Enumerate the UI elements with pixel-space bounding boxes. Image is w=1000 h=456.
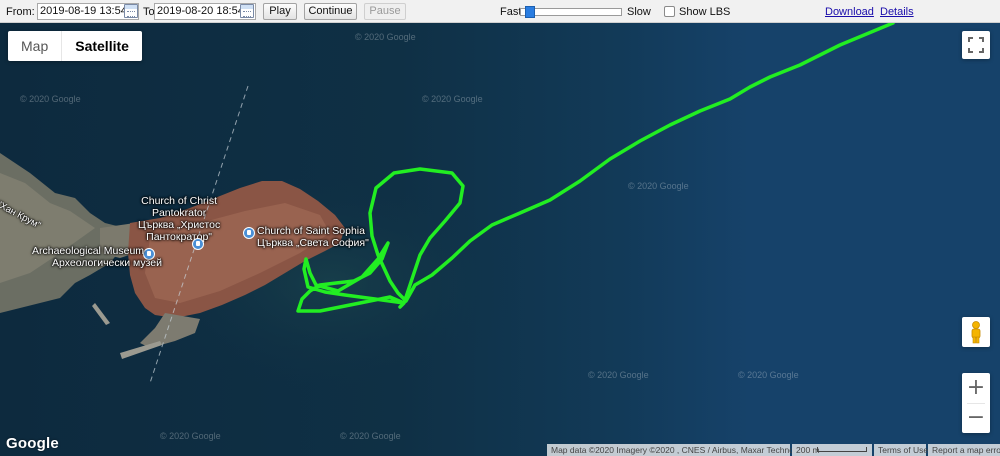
speed-slider[interactable] bbox=[520, 8, 622, 16]
to-label: To bbox=[143, 6, 155, 18]
fast-label: Fast bbox=[500, 6, 522, 18]
breakwater bbox=[120, 341, 162, 359]
scale-bar bbox=[817, 447, 867, 452]
fullscreen-button[interactable] bbox=[962, 31, 990, 59]
poi-label-church-sophia[interactable]: Church of Saint Sophia Църква „Света Соф… bbox=[257, 225, 369, 249]
pegman-icon bbox=[971, 321, 981, 344]
slow-label: Slow bbox=[627, 6, 651, 18]
satellite-map[interactable]: © 2020 Google © 2020 Google © 2020 Googl… bbox=[0, 23, 1000, 456]
church-poi-icon[interactable] bbox=[192, 238, 204, 250]
street-view-button[interactable] bbox=[962, 317, 990, 347]
watermark: © 2020 Google bbox=[20, 94, 81, 104]
playback-toolbar: From: 2019-08-19 13:54 To 2019-08-20 18:… bbox=[0, 0, 1000, 23]
poi-label-church-christ[interactable]: Church of Christ Pantokrator Църква „Хри… bbox=[138, 195, 220, 243]
from-label: From: bbox=[6, 6, 35, 18]
watermark: © 2020 Google bbox=[355, 32, 416, 42]
map-type-control: Map Satellite bbox=[8, 31, 142, 61]
watermark: © 2020 Google bbox=[628, 181, 689, 191]
details-link[interactable]: Details bbox=[880, 6, 914, 18]
from-calendar-icon[interactable] bbox=[124, 4, 138, 18]
watermark: © 2020 Google bbox=[160, 431, 221, 441]
map-attribution: Map data ©2020 Imagery ©2020 , CNES / Ai… bbox=[547, 444, 816, 456]
church-poi-icon[interactable] bbox=[243, 227, 255, 239]
watermark: © 2020 Google bbox=[340, 431, 401, 441]
play-button[interactable]: Play bbox=[263, 3, 297, 20]
pause-button[interactable]: Pause bbox=[364, 3, 406, 20]
continue-button[interactable]: Continue bbox=[304, 3, 357, 20]
to-calendar-icon[interactable] bbox=[240, 4, 254, 18]
zoom-in-button[interactable]: + bbox=[962, 373, 990, 403]
pier bbox=[92, 303, 110, 325]
watermark: © 2020 Google bbox=[588, 370, 649, 380]
watermark: © 2020 Google bbox=[738, 370, 799, 380]
show-lbs-label: Show LBS bbox=[679, 6, 731, 18]
show-lbs-checkbox[interactable] bbox=[664, 6, 675, 17]
download-link[interactable]: Download bbox=[825, 6, 874, 18]
map-type-satellite-button[interactable]: Satellite bbox=[61, 31, 142, 61]
zoom-out-button[interactable]: − bbox=[962, 403, 990, 433]
report-error-link[interactable]: Report a map error bbox=[928, 444, 1000, 456]
watermark: © 2020 Google bbox=[422, 94, 483, 104]
terms-link[interactable]: Terms of Use bbox=[874, 444, 928, 456]
poi-label-museum[interactable]: Archaeological Museum Археологически муз… bbox=[32, 245, 162, 269]
fullscreen-icon bbox=[968, 37, 984, 53]
google-logo[interactable]: Google bbox=[6, 435, 59, 452]
map-type-map-button[interactable]: Map bbox=[8, 31, 61, 61]
zoom-control: + − bbox=[962, 373, 990, 433]
speed-slider-handle[interactable] bbox=[524, 6, 535, 18]
